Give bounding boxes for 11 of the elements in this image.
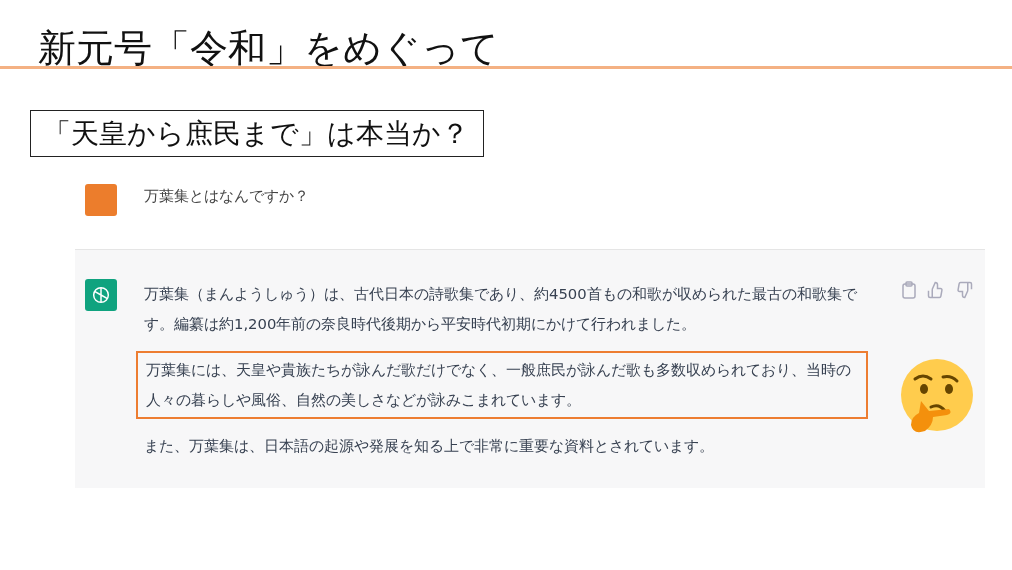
- thumbs-down-icon[interactable]: [955, 281, 973, 299]
- answer-paragraph: また、万葉集は、日本語の起源や発展を知る上で非常に重要な資料とされています。: [144, 436, 715, 456]
- user-message: 万葉集とはなんですか？: [144, 187, 309, 206]
- slide-title: 新元号「令和」をめぐって: [37, 25, 500, 66]
- thumbs-up-icon[interactable]: [927, 281, 945, 299]
- assistant-avatar: [85, 279, 117, 311]
- user-avatar: [85, 184, 117, 216]
- clipboard-icon[interactable]: [901, 281, 917, 299]
- answer-paragraph: 万葉集（まんようしゅう）は、古代日本の詩歌集であり、約4500首もの和歌が収められた最古の和歌集です。編纂は約1,200年前の奈良時代後期から平安時代初期にかけて行われました。: [144, 284, 858, 334]
- subtitle: 「天皇から庶民まで」は本当か？: [30, 110, 484, 157]
- highlighted-paragraph: 万葉集には、天皇や貴族たちが詠んだ歌だけでなく、一般庶民が詠んだ歌も多数収められており、当時の人々の暮らしや風俗、自然の美しさなどが詠みこまれています。: [136, 351, 868, 419]
